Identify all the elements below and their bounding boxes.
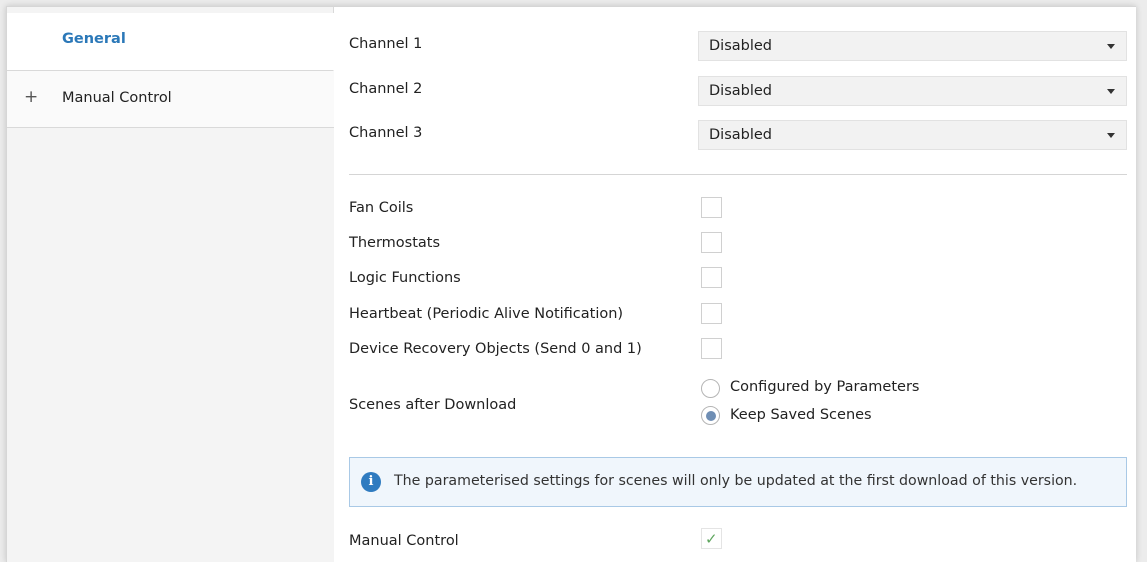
- heartbeat-label: Heartbeat (Periodic Alive Notification): [349, 306, 624, 322]
- channel-3-label: Channel 3: [349, 125, 423, 141]
- configured-by-parameters-label[interactable]: Configured by Parameters: [730, 379, 919, 395]
- device-recovery-objects-label: Device Recovery Objects (Send 0 and 1): [349, 341, 642, 357]
- app-window: General + Manual Control Channel 1 Disab…: [6, 6, 1136, 562]
- channel-2-select[interactable]: Disabled: [698, 76, 1127, 106]
- channel-2-value: Disabled: [709, 83, 772, 99]
- info-icon: i: [361, 472, 381, 492]
- manual-control-checkbox[interactable]: ✓: [701, 528, 722, 549]
- info-message: The parameterised settings for scenes wi…: [394, 473, 1078, 489]
- parameters-panel: Channel 1 Disabled Channel 2 Disabled Ch…: [335, 7, 1136, 562]
- scenes-after-download-label: Scenes after Download: [349, 397, 517, 413]
- info-box: i The parameterised settings for scenes …: [349, 457, 1127, 507]
- sidebar-item-label: General: [62, 31, 126, 47]
- configured-by-parameters-radio[interactable]: [701, 379, 720, 398]
- keep-saved-scenes-radio[interactable]: [701, 406, 720, 425]
- channel-3-value: Disabled: [709, 127, 772, 143]
- check-icon: ✓: [705, 530, 718, 548]
- fan-coils-label: Fan Coils: [349, 200, 414, 216]
- device-recovery-objects-checkbox[interactable]: [701, 338, 722, 359]
- channel-1-label: Channel 1: [349, 36, 423, 52]
- thermostats-checkbox[interactable]: [701, 232, 722, 253]
- logic-functions-label: Logic Functions: [349, 270, 461, 286]
- sidebar-item-manual-control[interactable]: + Manual Control: [7, 71, 334, 128]
- sidebar-empty-area: [7, 128, 334, 562]
- channel-3-select[interactable]: Disabled: [698, 120, 1127, 150]
- logic-functions-checkbox[interactable]: [701, 267, 722, 288]
- sidebar-item-general[interactable]: General: [7, 13, 334, 71]
- chevron-down-icon: [1107, 133, 1115, 138]
- thermostats-label: Thermostats: [349, 235, 441, 251]
- keep-saved-scenes-label[interactable]: Keep Saved Scenes: [730, 407, 872, 423]
- fan-coils-checkbox[interactable]: [701, 197, 722, 218]
- channel-2-label: Channel 2: [349, 81, 423, 97]
- section-divider: [349, 174, 1127, 175]
- heartbeat-checkbox[interactable]: [701, 303, 722, 324]
- chevron-down-icon: [1107, 89, 1115, 94]
- manual-control-label: Manual Control: [349, 533, 459, 549]
- channel-1-value: Disabled: [709, 38, 772, 54]
- chevron-down-icon: [1107, 44, 1115, 49]
- sidebar-item-label: Manual Control: [62, 90, 172, 106]
- sidebar: General + Manual Control: [7, 7, 334, 562]
- channel-1-select[interactable]: Disabled: [698, 31, 1127, 61]
- plus-icon[interactable]: +: [24, 87, 38, 107]
